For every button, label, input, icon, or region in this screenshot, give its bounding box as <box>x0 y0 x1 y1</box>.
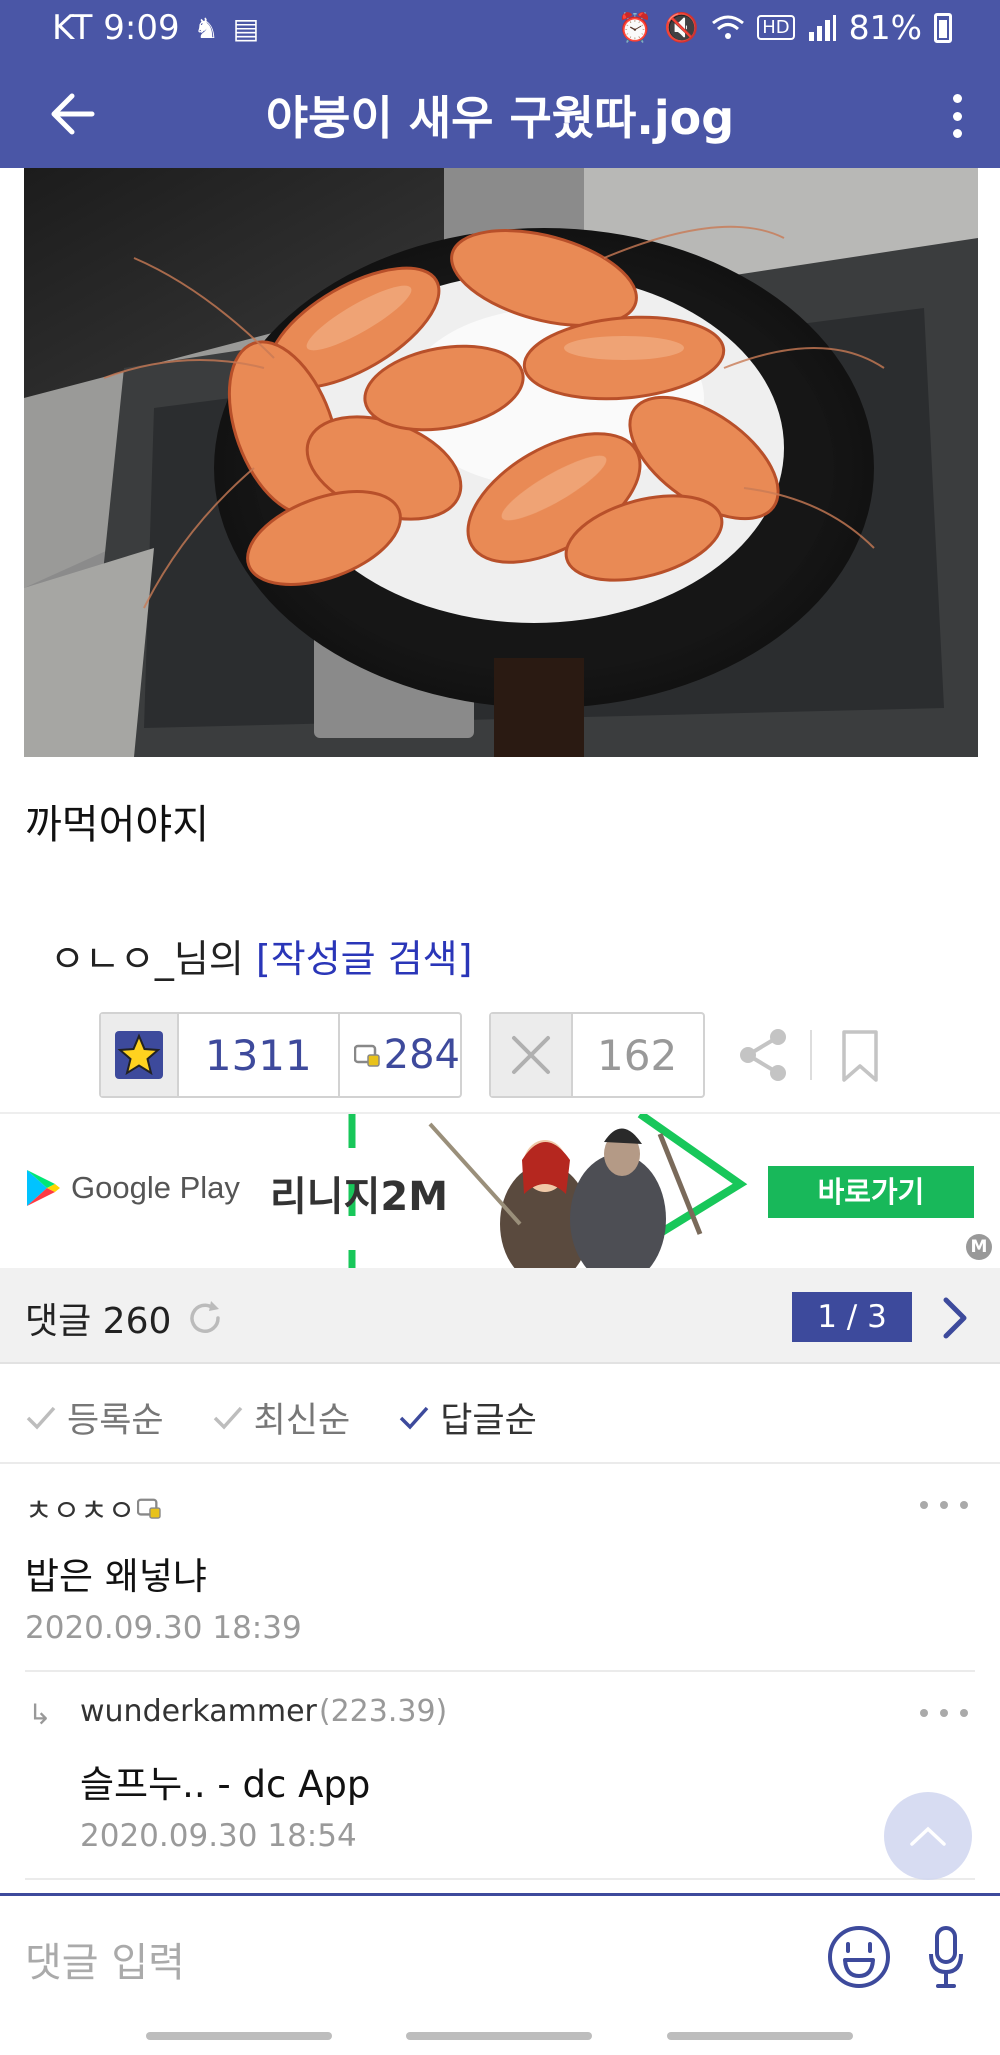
non-recommend-button[interactable]: 162 <box>489 1012 705 1098</box>
app-bar: 야붕이 새우 구웠따.jog <box>0 60 1000 168</box>
non-recommend-count: 162 <box>597 1030 678 1080</box>
comment-date: 2020.09.30 18:54 <box>80 1818 357 1854</box>
comment-author[interactable]: ㅊㅇㅊㅇ <box>25 1486 162 1530</box>
chevron-up-icon <box>910 1826 946 1846</box>
status-bar: KT 9:09 ♞ ▤ ⏰ 🔇 HD 81% <box>0 0 1000 60</box>
carrier-time: KT 9:09 <box>52 8 180 48</box>
author-line: ㅇㄴㅇ_님의 [작성글 검색] <box>50 928 472 983</box>
comment-menu-icon[interactable] <box>920 1500 968 1510</box>
notification-icon: ♞ <box>193 11 219 45</box>
mute-icon: 🔇 <box>664 11 700 44</box>
hd-icon: HD <box>757 15 795 40</box>
comment-nick: wunderkammer <box>80 1694 317 1729</box>
sort-latest[interactable]: 최신순 <box>212 1392 351 1443</box>
comment-menu-icon[interactable] <box>920 1708 968 1718</box>
sort-label: 최신순 <box>253 1401 351 1441</box>
fixed-recommend: 284 <box>340 1032 460 1078</box>
recommend-button[interactable]: 1311 284 <box>99 1012 462 1098</box>
emoji-icon[interactable] <box>826 1924 892 1990</box>
comment-date: 2020.09.30 18:39 <box>25 1610 302 1646</box>
ad-banner[interactable]: Google Play 리니지2M 바로가기 M <box>0 1112 1000 1268</box>
comment-count-group: 댓글 260 <box>25 1292 225 1344</box>
next-page-icon[interactable] <box>938 1294 972 1342</box>
data-usage-icon: ▤ <box>232 11 260 45</box>
author-suffix: 님의 <box>173 937 244 981</box>
reply-arrow-icon: ↳ <box>28 1698 52 1731</box>
comment-input[interactable]: 댓글 입력 <box>25 1930 185 1988</box>
play-store-icon <box>27 1170 60 1206</box>
post-body: 까먹어야지 <box>25 802 209 848</box>
alarm-icon: ⏰ <box>617 11 653 44</box>
check-icon <box>26 1406 56 1430</box>
check-icon <box>399 1406 429 1430</box>
back-arrow-icon[interactable] <box>44 84 104 144</box>
fixed-recommend-count: 284 <box>383 1032 460 1078</box>
comment-input-bar: 댓글 입력 <box>0 1893 1000 2013</box>
check-icon <box>213 1406 242 1430</box>
comment-ip: (223.39) <box>318 1694 448 1729</box>
star-icon <box>101 1014 179 1096</box>
x-icon <box>491 1014 573 1096</box>
shrimp-pan-photo <box>24 168 978 757</box>
page-title: 야붕이 새우 구웠따.jog <box>265 91 735 145</box>
battery-icon <box>934 12 952 43</box>
search-posts-link[interactable]: [작성글 검색] <box>256 937 473 981</box>
battery-percent: 81% <box>848 8 922 47</box>
sort-replies[interactable]: 답글순 <box>398 1392 537 1443</box>
fixed-nick-icon <box>137 1498 162 1519</box>
comment-count: 댓글 260 <box>25 1301 172 1342</box>
back-gesture[interactable] <box>667 2032 853 2040</box>
scroll-to-top-button[interactable] <box>884 1792 972 1880</box>
home-gesture[interactable] <box>406 2032 592 2040</box>
google-play-logo: Google Play <box>25 1168 240 1208</box>
post-image[interactable] <box>24 168 978 757</box>
comment-body: 슬프누.. - dc App <box>80 1763 371 1806</box>
ad-cta-button[interactable]: 바로가기 <box>768 1166 974 1218</box>
refresh-icon[interactable] <box>185 1298 225 1338</box>
ad-game-title: 리니지2M <box>270 1174 449 1220</box>
recommend-count: 1311 <box>204 1030 312 1080</box>
wifi-icon <box>712 15 745 39</box>
sort-registered[interactable]: 등록순 <box>25 1392 164 1443</box>
comment-sort-options: 등록순 최신순 답글순 <box>25 1392 537 1443</box>
fixed-nick-icon <box>353 1044 380 1067</box>
comment-body: 밥은 왜넣냐 <box>25 1555 207 1598</box>
signal-icon <box>808 14 836 41</box>
more-options-icon[interactable] <box>942 88 972 144</box>
bookmark-icon[interactable] <box>840 1028 880 1084</box>
sort-label: 등록순 <box>67 1401 164 1441</box>
action-divider <box>810 1030 812 1080</box>
comment-page-indicator[interactable]: 1 / 3 <box>792 1292 912 1342</box>
sort-divider <box>0 1462 1000 1464</box>
comment-nick: ㅊㅇㅊㅇ <box>25 1494 136 1529</box>
store-name: Google Play <box>71 1170 240 1205</box>
author-nick: ㅇㄴㅇ_ <box>50 937 174 981</box>
sort-label: 답글순 <box>440 1401 537 1441</box>
comment-author[interactable]: wunderkammer (223.39) <box>80 1694 447 1729</box>
microphone-icon[interactable] <box>928 1924 964 1990</box>
comment-divider <box>25 1670 975 1672</box>
ad-badge[interactable]: M <box>966 1234 992 1260</box>
comments-header: 댓글 260 1 / 3 <box>0 1268 1000 1364</box>
share-icon[interactable] <box>736 1025 792 1085</box>
comment-divider <box>25 1878 975 1880</box>
recent-apps-gesture[interactable] <box>146 2032 332 2040</box>
